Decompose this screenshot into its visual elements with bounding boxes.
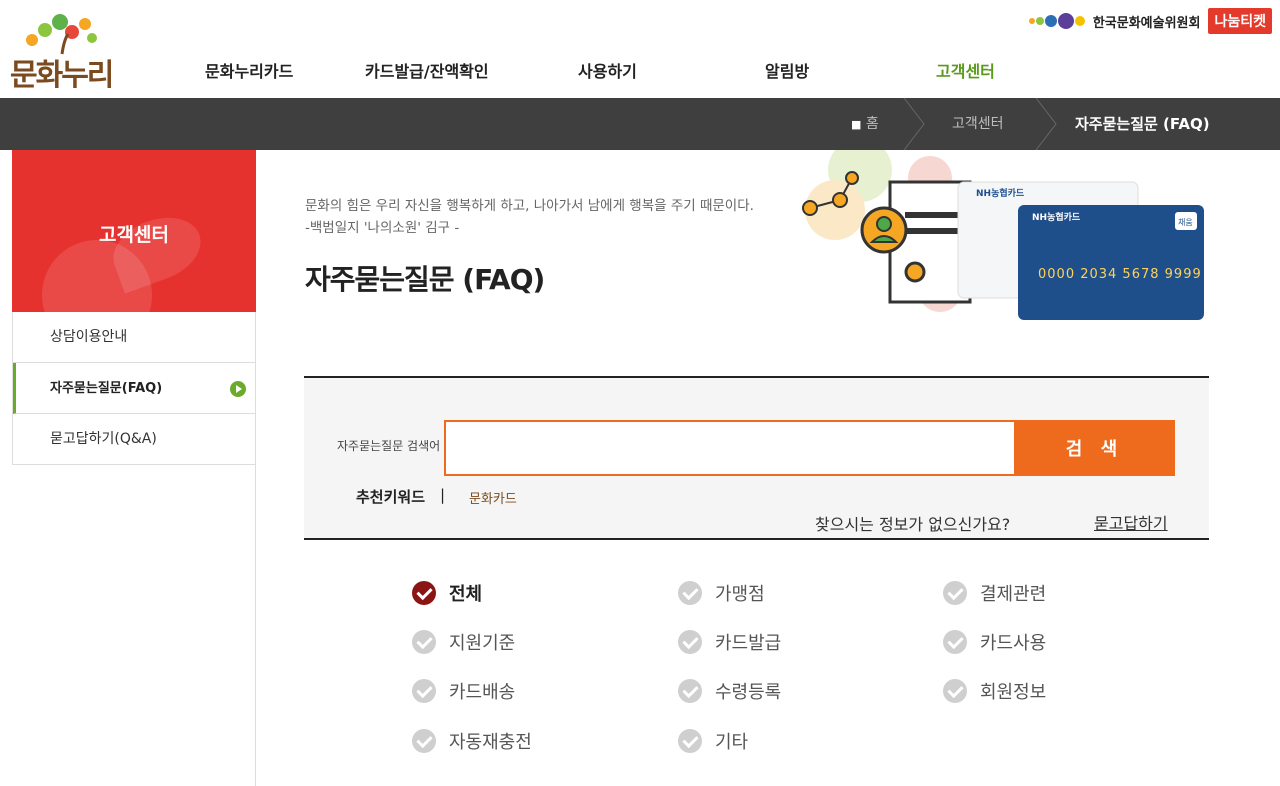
breadcrumb-section[interactable]: 고객센터 (952, 98, 1004, 150)
keyword-separator: | (440, 486, 446, 504)
category-member-info[interactable]: 회원정보 (943, 676, 1046, 706)
check-circle-icon (678, 581, 702, 605)
check-circle-icon (678, 679, 702, 703)
check-circle-icon (943, 679, 967, 703)
category-auto-recharge[interactable]: 자동재충전 (412, 726, 532, 756)
qna-link[interactable]: 묻고답하기 (1094, 510, 1168, 534)
nav-customer-center[interactable]: 고객센터 (936, 58, 995, 82)
category-card-issue[interactable]: 카드발급 (678, 627, 781, 657)
arko-link[interactable]: 한국문화예술위원회 (1093, 12, 1201, 31)
search-label: 자주묻는질문 검색어 (337, 439, 441, 453)
check-circle-icon (412, 581, 436, 605)
check-circle-icon (943, 630, 967, 654)
quote-line: 문화의 힘은 우리 자신을 행복하게 하고, 나아가서 남에게 행복을 주기 때… (305, 198, 754, 214)
sidebar-item-qna[interactable]: 묻고답하기(Q&A) (13, 414, 255, 465)
site-header: 문화누리 문화누리카드 카드발급/잔액확인 사용하기 알림방 고객센터 한국문화… (0, 0, 1280, 98)
category-card-delivery[interactable]: 카드배송 (412, 676, 515, 706)
category-label: 가맹점 (715, 584, 765, 605)
category-label: 카드발급 (715, 633, 782, 654)
nav-usage[interactable]: 사용하기 (578, 58, 637, 82)
category-payment[interactable]: 결제관련 (943, 578, 1046, 608)
check-circle-icon (678, 729, 702, 753)
nav-munhwanuri-card[interactable]: 문화누리카드 (205, 58, 293, 82)
page-title: 자주묻는질문 (FAQ) (305, 263, 545, 296)
category-label: 결제관련 (980, 584, 1047, 605)
card-brand-front: NH농협카드 (1032, 211, 1081, 223)
sidebar-header: 고객센터 (12, 150, 256, 312)
category-label: 카드사용 (980, 633, 1047, 654)
sidebar-item-label: 자주묻는질문(FAQ) (50, 381, 163, 396)
breadcrumb-current: 자주묻는질문 (FAQ) (1075, 115, 1210, 133)
faq-search-input[interactable] (444, 420, 1016, 476)
faq-illustration: NH농협카드 NH농협카드 채움 0000 2034 5678 9999 (800, 138, 1210, 325)
sidebar-title: 고객센터 (99, 224, 169, 246)
nav-notice[interactable]: 알림방 (765, 58, 809, 82)
category-label: 지원기준 (449, 633, 516, 654)
category-label: 수령등록 (715, 682, 782, 703)
sidebar-item-consult-guide[interactable]: 상담이용안내 (13, 312, 255, 363)
partner-links: 한국문화예술위원회 나눔티켓 (1028, 8, 1272, 34)
category-support-criteria[interactable]: 지원기준 (412, 627, 515, 657)
category-merchant[interactable]: 가맹점 (678, 578, 765, 608)
category-etc[interactable]: 기타 (678, 726, 748, 756)
category-label: 기타 (715, 732, 749, 753)
quote: 문화의 힘은 우리 자신을 행복하게 하고, 나아가서 남에게 행복을 주기 때… (305, 195, 754, 239)
category-label: 회원정보 (980, 682, 1047, 703)
arrow-right-icon (230, 381, 246, 397)
not-found-text: 찾으시는 정보가 없으신가요? (815, 515, 1011, 534)
nanum-ticket-link[interactable]: 나눔티켓 (1208, 8, 1272, 34)
card-badge: 채움 (1178, 217, 1193, 227)
category-receipt-registration[interactable]: 수령등록 (678, 676, 781, 706)
arko-logo-icon (1028, 13, 1085, 29)
breadcrumb: ■ 홈 고객센터 자주묻는질문 (FAQ) (0, 98, 1280, 150)
category-card-usage[interactable]: 카드사용 (943, 627, 1046, 657)
category-label: 자동재충전 (449, 732, 532, 753)
check-circle-icon (943, 581, 967, 605)
main-nav: 문화누리카드 카드발급/잔액확인 사용하기 알림방 고객센터 (165, 58, 1045, 84)
breadcrumb-home[interactable]: ■ 홈 (851, 98, 879, 150)
logo-tree-icon (26, 14, 97, 55)
munhwanuri-logo[interactable]: 문화누리 (10, 10, 130, 93)
home-icon: ■ (851, 118, 862, 131)
card-number: 0000 2034 5678 9999 (1038, 267, 1202, 282)
sidebar-item-faq[interactable]: 자주묻는질문(FAQ) (13, 363, 255, 414)
keyword-link[interactable]: 문화카드 (469, 488, 517, 507)
nav-card-issue[interactable]: 카드발급/잔액확인 (365, 58, 489, 82)
chevron-right-icon (1035, 98, 1057, 150)
category-label: 카드배송 (449, 682, 516, 703)
faq-search-panel: 자주묻는질문 검색어 검 색 추천키워드 | 문화카드 찾으시는 정보가 없으신… (304, 376, 1209, 540)
check-circle-icon (412, 729, 436, 753)
category-label: 전체 (449, 584, 483, 605)
search-button[interactable]: 검 색 (1014, 420, 1175, 476)
check-circle-icon (412, 630, 436, 654)
quote-author: -백범일지 '나의소원' 김구 - (305, 220, 460, 236)
illustration-svg: NH농협카드 NH농협카드 채움 0000 2034 5678 9999 (802, 138, 1204, 320)
chevron-right-icon (903, 98, 925, 150)
sidebar-divider (255, 464, 256, 786)
sidebar-menu: 상담이용안내 자주묻는질문(FAQ) 묻고답하기(Q&A) (12, 312, 256, 465)
category-all[interactable]: 전체 (412, 578, 482, 608)
check-circle-icon (412, 679, 436, 703)
logo-text: 문화누리 (10, 58, 114, 93)
check-circle-icon (678, 630, 702, 654)
recommended-keywords-label: 추천키워드 (356, 488, 426, 506)
breadcrumb-home-label: 홈 (865, 116, 879, 132)
card-brand-back: NH농협카드 (976, 187, 1025, 199)
